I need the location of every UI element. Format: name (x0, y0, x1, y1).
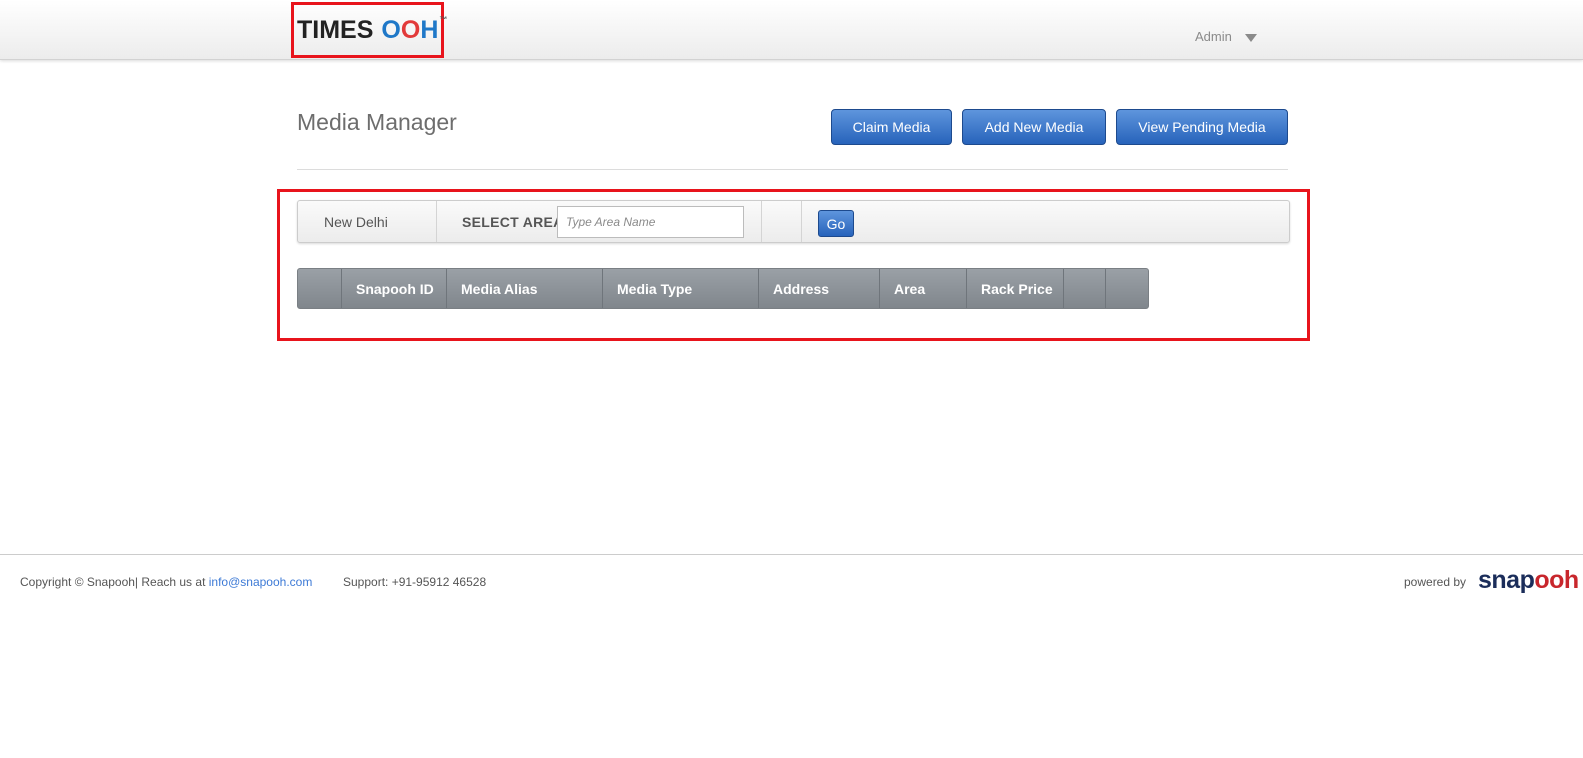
logo-ooh-text: OOH (381, 14, 438, 46)
contact-email-link[interactable]: info@snapooh.com (209, 575, 313, 589)
logo-ooh-o1: O (381, 16, 401, 44)
column-header-area[interactable]: Area (880, 269, 967, 308)
select-area-label: SELECT AREA (462, 214, 564, 230)
logo-times-text: TIMES (297, 16, 374, 44)
logo-ooh-h: H (420, 16, 439, 44)
logo-ooh-o2: O (400, 16, 421, 44)
column-header-media-alias[interactable]: Media Alias (447, 269, 603, 308)
snapooh-logo-part2: ooh (1534, 566, 1579, 594)
filter-bar: New Delhi SELECT AREA Go (297, 200, 1290, 243)
add-new-media-button[interactable]: Add New Media (962, 109, 1106, 145)
go-button[interactable]: Go (818, 210, 854, 237)
times-ooh-logo[interactable]: TIMES OOH ™ (297, 14, 447, 46)
support-phone: Support: +91-95912 46528 (343, 575, 487, 589)
title-divider (297, 169, 1288, 170)
snapooh-logo-part1: snap (1478, 566, 1535, 594)
view-pending-media-button[interactable]: View Pending Media (1116, 109, 1288, 145)
top-navbar (0, 0, 1583, 60)
filter-divider (761, 201, 762, 242)
column-header-address[interactable]: Address (759, 269, 880, 308)
footer-copyright: Copyright © Snapooh| Reach us at info@sn… (20, 575, 312, 589)
column-header-select[interactable] (298, 269, 342, 308)
column-header-action-1[interactable] (1064, 269, 1106, 308)
user-menu-label[interactable]: Admin (1195, 29, 1232, 44)
column-header-media-type[interactable]: Media Type (603, 269, 759, 308)
claim-media-button[interactable]: Claim Media (831, 109, 952, 145)
snapooh-logo[interactable]: snapooh (1478, 566, 1579, 595)
filter-divider (436, 201, 437, 242)
chevron-down-icon[interactable] (1245, 34, 1257, 42)
powered-by-label: powered by (1404, 575, 1467, 589)
media-table-header: Snapooh ID Media Alias Media Type Addres… (297, 268, 1149, 309)
copyright-text: Copyright © Snapooh| Reach us at (20, 575, 209, 589)
column-header-snapooh-id[interactable]: Snapooh ID (342, 269, 447, 308)
footer-divider (0, 554, 1583, 555)
logo-trademark: ™ (439, 15, 448, 24)
city-selector[interactable]: New Delhi (324, 214, 388, 230)
page-title: Media Manager (297, 109, 457, 135)
column-header-action-2[interactable] (1106, 269, 1148, 308)
filter-divider (801, 201, 802, 242)
area-name-input[interactable] (557, 206, 744, 238)
column-header-rack-price[interactable]: Rack Price (967, 269, 1064, 308)
